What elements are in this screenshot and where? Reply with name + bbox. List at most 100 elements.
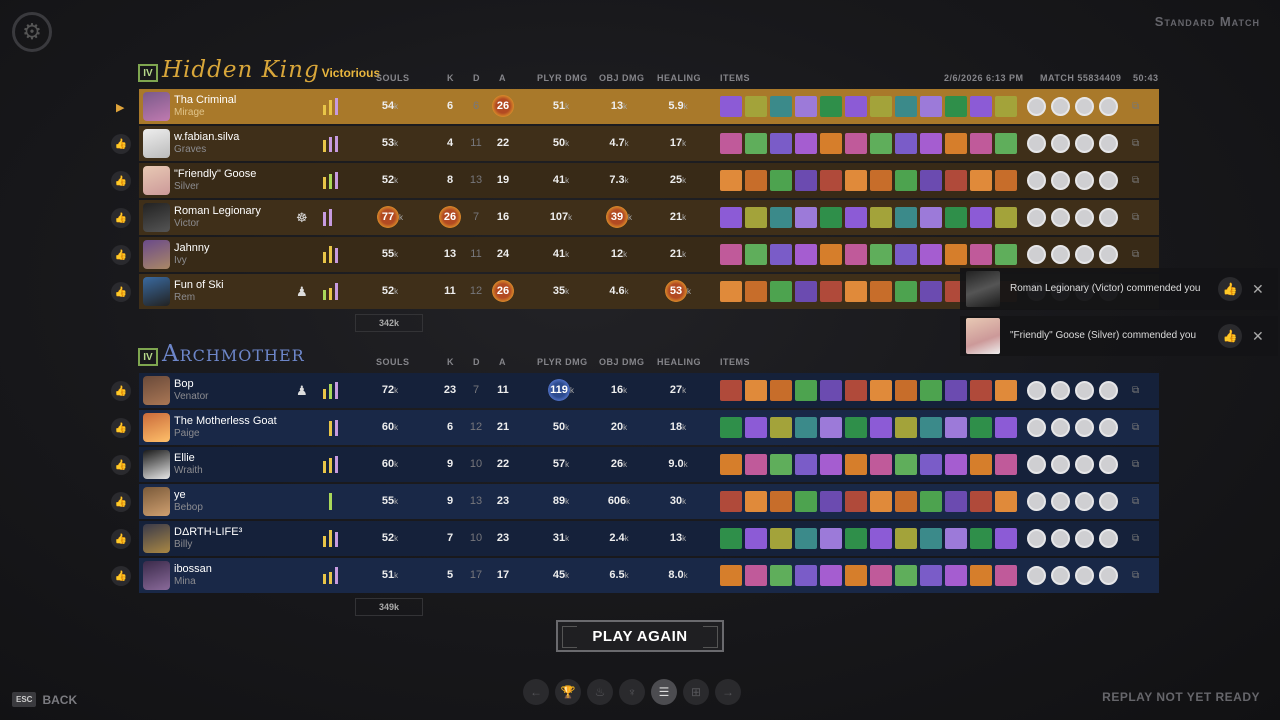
ability-icon[interactable]: [1027, 208, 1046, 227]
ability-icon[interactable]: [1099, 529, 1118, 548]
item-icon[interactable]: [994, 170, 1017, 191]
item-icon[interactable]: [720, 96, 742, 117]
item-icon[interactable]: [869, 281, 892, 302]
item-icon[interactable]: [720, 417, 742, 438]
ability-icon[interactable]: [1051, 171, 1070, 190]
item-icon[interactable]: [744, 133, 767, 154]
item-icon[interactable]: [794, 170, 817, 191]
item-icon[interactable]: [720, 244, 742, 265]
item-icon[interactable]: [844, 170, 867, 191]
item-icon[interactable]: [994, 454, 1017, 475]
item-icon[interactable]: [844, 207, 867, 228]
player-row[interactable]: Roman Legionary Victor ☸ 77 k 26 7 16 107k 39 k 21k…: [139, 200, 1159, 235]
scoreboard-list-icon[interactable]: ☰: [651, 679, 677, 705]
item-icon[interactable]: [919, 491, 942, 512]
item-icon[interactable]: [769, 133, 792, 154]
back-button[interactable]: ESC BACK: [12, 692, 77, 707]
item-icon[interactable]: [919, 528, 942, 549]
item-icon[interactable]: [994, 417, 1017, 438]
ability-icon[interactable]: [1099, 97, 1118, 116]
copy-build-icon[interactable]: ⧉: [1132, 570, 1139, 581]
item-icon[interactable]: [994, 380, 1017, 401]
item-icon[interactable]: [944, 565, 967, 586]
item-icon[interactable]: [720, 528, 742, 549]
item-icon[interactable]: [944, 244, 967, 265]
item-icon[interactable]: [819, 96, 842, 117]
item-icon[interactable]: [919, 170, 942, 191]
commend-back-button[interactable]: 👍: [1218, 277, 1242, 301]
item-icon[interactable]: [869, 207, 892, 228]
item-icon[interactable]: [744, 454, 767, 475]
commend-button[interactable]: 👍: [111, 418, 131, 438]
commend-button[interactable]: 👍: [111, 282, 131, 302]
item-icon[interactable]: [794, 96, 817, 117]
player-row[interactable]: ibossan Mina 51k 5 17 17 45k 6.5k 8.0k ⧉: [139, 558, 1159, 593]
item-icon[interactable]: [769, 491, 792, 512]
item-icon[interactable]: [894, 207, 917, 228]
player-row[interactable]: Bop Venator ♟ 72k 23 7 11 119 k 16k 27k ⧉: [139, 373, 1159, 408]
trophy-icon[interactable]: 🏆: [555, 679, 581, 705]
item-icon[interactable]: [819, 281, 842, 302]
next-arrow-icon[interactable]: →: [715, 679, 741, 705]
item-icon[interactable]: [869, 417, 892, 438]
ability-icon[interactable]: [1099, 455, 1118, 474]
ability-icon[interactable]: [1051, 381, 1070, 400]
item-icon[interactable]: [720, 454, 742, 475]
item-icon[interactable]: [819, 380, 842, 401]
ability-icon[interactable]: [1075, 171, 1094, 190]
copy-build-icon[interactable]: ⧉: [1132, 385, 1139, 396]
close-icon[interactable]: ✕: [1252, 328, 1264, 345]
ability-icon[interactable]: [1051, 566, 1070, 585]
item-icon[interactable]: [769, 244, 792, 265]
item-icon[interactable]: [844, 417, 867, 438]
ability-icon[interactable]: [1075, 529, 1094, 548]
item-icon[interactable]: [994, 207, 1017, 228]
commend-button[interactable]: 👍: [111, 492, 131, 512]
item-icon[interactable]: [869, 96, 892, 117]
copy-build-icon[interactable]: ⧉: [1132, 533, 1139, 544]
item-icon[interactable]: [794, 528, 817, 549]
item-icon[interactable]: [869, 454, 892, 475]
item-icon[interactable]: [844, 380, 867, 401]
ability-icon[interactable]: [1027, 566, 1046, 585]
item-icon[interactable]: [994, 565, 1017, 586]
item-icon[interactable]: [919, 417, 942, 438]
item-icon[interactable]: [744, 565, 767, 586]
item-icon[interactable]: [769, 380, 792, 401]
item-icon[interactable]: [894, 281, 917, 302]
commend-button[interactable]: 👍: [111, 134, 131, 154]
item-icon[interactable]: [919, 281, 942, 302]
item-icon[interactable]: [744, 244, 767, 265]
commend-back-button[interactable]: 👍: [1218, 324, 1242, 348]
ability-icon[interactable]: [1099, 208, 1118, 227]
ability-icon[interactable]: [1075, 455, 1094, 474]
ability-icon[interactable]: [1075, 381, 1094, 400]
ability-icon[interactable]: [1075, 208, 1094, 227]
item-icon[interactable]: [844, 454, 867, 475]
souls-icon[interactable]: ♨: [587, 679, 613, 705]
item-icon[interactable]: [819, 207, 842, 228]
player-row[interactable]: Ellie Wraith 60k 9 10 22 57k 26k 9.0k ⧉: [139, 447, 1159, 482]
item-icon[interactable]: [819, 565, 842, 586]
item-icon[interactable]: [869, 244, 892, 265]
item-icon[interactable]: [944, 491, 967, 512]
commend-button[interactable]: 👍: [111, 529, 131, 549]
item-icon[interactable]: [944, 454, 967, 475]
item-icon[interactable]: [969, 454, 992, 475]
item-icon[interactable]: [744, 96, 767, 117]
player-row[interactable]: w.fabian.silva Graves 53k 4 11 22 50k 4.7k 17k ⧉: [139, 126, 1159, 161]
item-icon[interactable]: [969, 133, 992, 154]
ability-icon[interactable]: [1027, 245, 1046, 264]
player-row[interactable]: Tha Criminal Mirage 54k 6 6 26 51k 13k 5.9k ⧉: [139, 89, 1159, 124]
item-icon[interactable]: [744, 528, 767, 549]
item-icon[interactable]: [894, 454, 917, 475]
item-icon[interactable]: [844, 281, 867, 302]
ability-icon[interactable]: [1027, 171, 1046, 190]
ability-icon[interactable]: [1075, 566, 1094, 585]
copy-build-icon[interactable]: ⧉: [1132, 496, 1139, 507]
item-icon[interactable]: [919, 133, 942, 154]
item-icon[interactable]: [720, 380, 742, 401]
player-row[interactable]: Jahnny Ivy 55k 13 11 24 41k 12k 21k ⧉: [139, 237, 1159, 272]
item-icon[interactable]: [894, 565, 917, 586]
commend-button[interactable]: 👍: [111, 455, 131, 475]
